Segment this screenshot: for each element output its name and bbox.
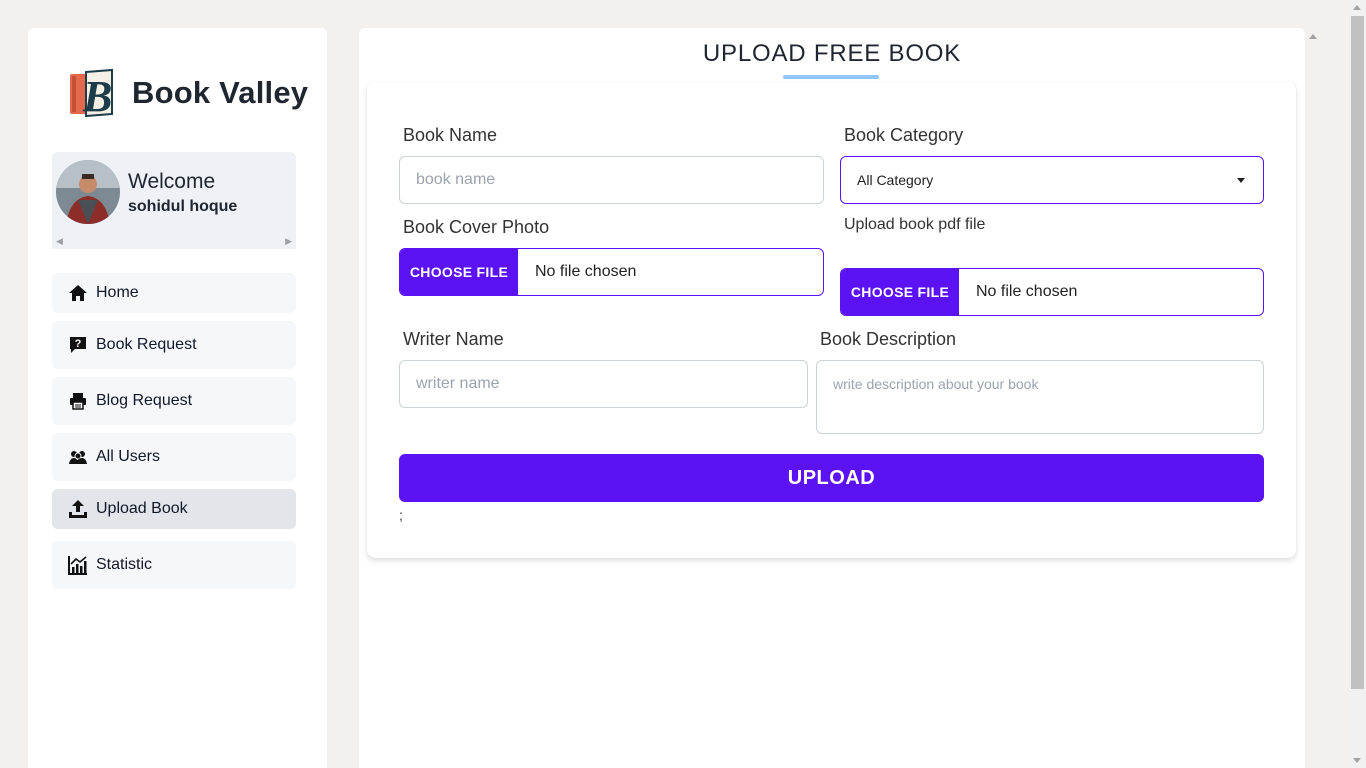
sidebar-item-home[interactable]: Home [52,273,296,313]
welcome-title: Welcome [128,170,216,193]
sidebar: B Book Valley Welcome sohidul hoque ◀ ▶ … [28,28,327,768]
sidebar-item-label: Statistic [96,556,153,573]
user-name: sohidul hoque [128,198,238,215]
upload-button[interactable]: UPLOAD [399,454,1264,502]
book-name-input[interactable] [399,156,824,204]
brand-name: Book Valley [132,75,309,110]
selected-category: All Category [857,172,934,188]
title-underline [783,75,879,79]
book-category-label: Book Category [844,125,964,145]
writer-name-input[interactable] [399,360,808,408]
welcome-card: Welcome sohidul hoque ◀ ▶ [52,152,296,249]
pdf-file-input[interactable]: CHOOSE FILE No file chosen [840,268,1264,316]
book-description-textarea[interactable] [816,360,1264,434]
page-title: UPLOAD FREE BOOK [702,40,962,67]
scroll-up-icon[interactable] [1353,5,1361,10]
svg-text:?: ? [75,338,82,350]
main-panel: UPLOAD FREE BOOK Book Name Book Category… [359,28,1305,768]
sidebar-item-label: All Users [96,448,161,465]
sidebar-item-book-request[interactable]: ? Book Request [52,321,296,369]
cover-file-status: No file chosen [535,263,637,280]
writer-name-label: Writer Name [403,329,504,349]
sidebar-item-statistic[interactable]: Statistic [52,541,296,589]
svg-text:B: B [82,72,112,120]
scroll-down-icon[interactable] [1353,758,1361,763]
cover-photo-file-input[interactable]: CHOOSE FILE No file chosen [399,248,824,296]
horizontal-scrollbar[interactable]: ◀ ▶ [52,233,296,249]
trailing-text: ; [399,507,403,523]
scrollbar-thumb[interactable] [1351,16,1364,689]
cover-photo-label: Book Cover Photo [403,217,550,237]
page-scrollbar[interactable] [1349,0,1366,768]
pdf-choose-file-button[interactable]: CHOOSE FILE [841,269,959,315]
sidebar-item-upload-book[interactable]: Upload Book [52,489,296,529]
pdf-file-status: No file chosen [976,283,1078,300]
sidebar-item-label: Book Request [96,336,197,353]
question-bubble-icon: ? [70,337,86,353]
upload-icon [69,500,87,518]
scroll-left-icon[interactable]: ◀ [56,236,63,247]
book-name-label: Book Name [403,125,498,145]
sidebar-item-label: Home [96,284,139,301]
avatar [56,160,120,224]
users-icon [69,451,87,464]
book-logo-icon: B [70,68,113,120]
book-description-label: Book Description [820,329,957,349]
scroll-right-icon[interactable]: ▶ [285,236,292,247]
printer-icon [70,393,86,410]
book-category-select[interactable]: All Category [840,156,1264,204]
chart-icon [68,556,87,575]
upload-form: Book Name Book Category All Category Boo… [367,82,1296,558]
panel-scroll-up-icon[interactable] [1309,34,1317,39]
home-icon [69,285,87,301]
chevron-down-icon [1237,178,1245,183]
pdf-file-label: Upload book pdf file [844,216,986,233]
sidebar-item-blog-request[interactable]: Blog Request [52,377,296,425]
sidebar-item-all-users[interactable]: All Users [52,433,296,481]
sidebar-item-label: Blog Request [96,392,193,409]
sidebar-item-label: Upload Book [96,500,188,517]
cover-choose-file-button[interactable]: CHOOSE FILE [400,249,518,295]
brand-logo[interactable]: B Book Valley [68,66,308,120]
